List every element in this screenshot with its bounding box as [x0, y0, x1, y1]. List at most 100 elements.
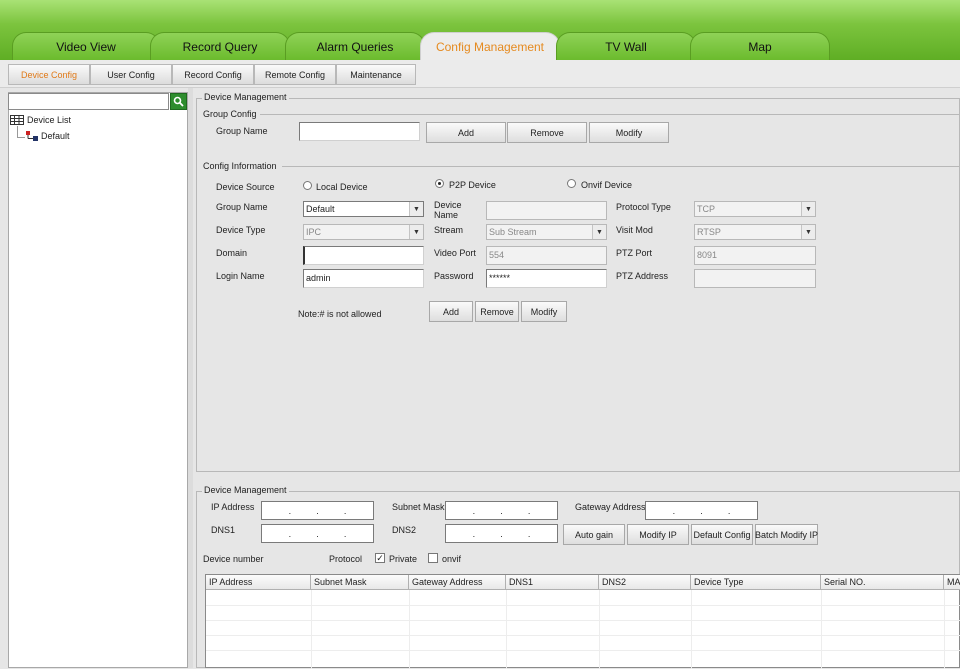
device-number-label: Device number [203, 554, 264, 564]
p2p-device-label: P2P Device [449, 180, 496, 190]
search-input[interactable] [8, 93, 169, 110]
subtab-device-config[interactable]: Device Config [8, 64, 90, 85]
group-name-select[interactable]: Default ▼ [303, 201, 424, 217]
onvif-label: onvif [442, 554, 462, 564]
modify-ip-button[interactable]: Modify IP [627, 524, 689, 545]
config-modify-button[interactable]: Modify [521, 301, 567, 322]
ip-address-input[interactable]: ... [261, 501, 374, 520]
onvif-device-radio[interactable] [567, 179, 576, 188]
default-config-button[interactable]: Default Config [691, 524, 753, 545]
chevron-down-icon: ▼ [409, 225, 423, 239]
search-button[interactable] [170, 93, 187, 110]
table-row [206, 650, 960, 651]
device-table: IP Address Subnet Mask Gateway Address D… [205, 574, 960, 669]
tab-tv-wall[interactable]: TV Wall [556, 32, 696, 60]
pane-splitter[interactable] [188, 88, 193, 668]
ptz-address-input[interactable] [694, 269, 816, 288]
device-list-icon [10, 115, 24, 125]
protocol-type-select-value: TCP [697, 204, 715, 214]
p2p-device-radio[interactable] [435, 179, 444, 188]
tab-alarm-queries[interactable]: Alarm Queries [285, 32, 425, 60]
tree-item-default-label: Default [41, 131, 70, 141]
dns1-label: DNS1 [211, 525, 236, 535]
subnet-mask-label: Subnet Mask [392, 502, 445, 512]
subtab-user-config[interactable]: User Config [90, 64, 172, 85]
tab-config-management[interactable]: Config Management [420, 32, 560, 60]
chevron-down-icon: ▼ [801, 225, 815, 239]
tree-root-device-list[interactable]: Device List [10, 115, 71, 125]
group-name-input[interactable] [299, 122, 420, 141]
config-add-button[interactable]: Add [429, 301, 473, 322]
onvif-device-label: Onvif Device [581, 180, 633, 190]
password-label: Password [434, 271, 474, 281]
column-header-dns1[interactable]: DNS1 [506, 575, 599, 590]
note-text: Note:# is not allowed [298, 309, 382, 319]
column-header-serial-no[interactable]: Serial NO. [821, 575, 944, 590]
private-checkbox[interactable]: ✓ [375, 553, 385, 563]
group-remove-button[interactable]: Remove [507, 122, 587, 143]
column-header-gateway-address[interactable]: Gateway Address [409, 575, 506, 590]
batch-modify-ip-button[interactable]: Batch Modify IP [755, 524, 818, 545]
table-grid-line [599, 590, 600, 669]
chevron-down-icon: ▼ [592, 225, 606, 239]
ptz-port-label: PTZ Port [616, 248, 653, 258]
search-icon [173, 96, 184, 107]
device-name-input[interactable] [486, 201, 607, 220]
group-name-label: Group Name [216, 126, 268, 136]
video-port-input[interactable]: 554 [486, 246, 607, 265]
dns1-input[interactable]: ... [261, 524, 374, 543]
stream-label: Stream [434, 225, 464, 235]
password-input[interactable]: ****** [486, 269, 607, 288]
login-name-input[interactable]: admin [303, 269, 424, 288]
tab-record-query[interactable]: Record Query [150, 32, 290, 60]
protocol-label: Protocol [329, 554, 363, 564]
table-row [206, 635, 960, 636]
chevron-down-icon: ▼ [409, 202, 423, 216]
group-config-divider [260, 114, 960, 115]
column-header-dns2[interactable]: DNS2 [599, 575, 691, 590]
group-config-title: Group Config [203, 109, 257, 119]
subtab-remote-config[interactable]: Remote Config [254, 64, 336, 85]
column-header-mac[interactable]: MA [944, 575, 960, 590]
group-name-select-value: Default [306, 204, 335, 214]
dns2-input[interactable]: ... [445, 524, 558, 543]
column-header-subnet-mask[interactable]: Subnet Mask [311, 575, 409, 590]
gateway-address-label: Gateway Address [575, 502, 646, 512]
tree-root-label: Device List [27, 115, 72, 125]
stream-select[interactable]: Sub Stream ▼ [486, 224, 607, 240]
gateway-address-input[interactable]: ... [645, 501, 758, 520]
domain-label: Domain [216, 248, 248, 258]
config-info-divider [282, 166, 960, 167]
table-row [206, 620, 960, 621]
visit-mod-select[interactable]: RTSP ▼ [694, 224, 816, 240]
subtab-record-config[interactable]: Record Config [172, 64, 254, 85]
group-modify-button[interactable]: Modify [589, 122, 669, 143]
subnet-mask-input[interactable]: ... [445, 501, 558, 520]
column-header-ip-address[interactable]: IP Address [206, 575, 311, 590]
ptz-port-input[interactable]: 8091 [694, 246, 816, 265]
protocol-type-label: Protocol Type [616, 202, 671, 212]
visit-mod-label: Visit Mod [616, 225, 653, 235]
device-type-select-value: IPC [306, 227, 322, 237]
protocol-type-select[interactable]: TCP ▼ [694, 201, 816, 217]
device-type-select[interactable]: IPC ▼ [303, 224, 424, 240]
device-source-label: Device Source [216, 182, 275, 192]
table-grid-line [409, 590, 410, 669]
tab-map[interactable]: Map [690, 32, 830, 60]
group-add-button[interactable]: Add [426, 122, 506, 143]
config-remove-button[interactable]: Remove [475, 301, 519, 322]
tab-video-view[interactable]: Video View [12, 32, 160, 60]
dns2-label: DNS2 [392, 525, 417, 535]
device-type-label: Device Type [216, 225, 266, 235]
onvif-checkbox[interactable] [428, 553, 438, 563]
local-device-radio[interactable] [303, 181, 312, 190]
column-header-device-type[interactable]: Device Type [691, 575, 821, 590]
subtab-maintenance[interactable]: Maintenance [336, 64, 416, 85]
table-grid-line [691, 590, 692, 669]
auto-gain-button[interactable]: Auto gain [563, 524, 625, 545]
config-info-title: Config Information [203, 161, 277, 171]
device-name-label: Device Name [434, 200, 462, 220]
table-grid-line [821, 590, 822, 669]
tree-item-default[interactable]: Default [26, 131, 70, 141]
domain-input[interactable] [303, 246, 424, 265]
